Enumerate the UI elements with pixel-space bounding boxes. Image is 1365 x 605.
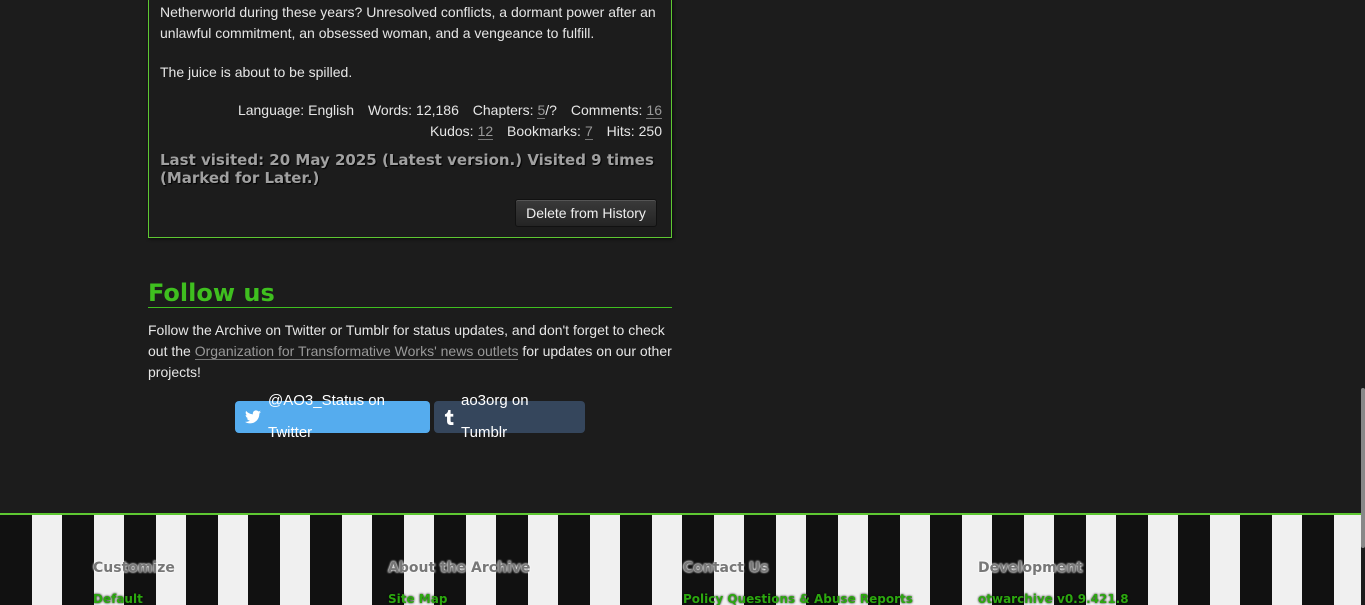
hits-value: 250 bbox=[638, 123, 662, 139]
summary-paragraph-1: Netherworld during these years? Unresolv… bbox=[160, 4, 656, 41]
scrollbar-thumb[interactable] bbox=[1361, 388, 1365, 548]
delete-from-history-button[interactable]: Delete from History bbox=[515, 199, 657, 227]
kudos-link[interactable]: 12 bbox=[477, 123, 494, 140]
site-footer: Customize Default About the Archive Site… bbox=[0, 513, 1365, 605]
tumblr-button-label: ao3org on Tumblr bbox=[461, 392, 529, 441]
words-label: Words: bbox=[367, 102, 413, 118]
last-visited-info: Last visited: 20 May 2025 (Latest versio… bbox=[160, 151, 654, 187]
bookmarks-label: Bookmarks: bbox=[507, 123, 581, 139]
follow-us-heading: Follow us bbox=[148, 279, 672, 308]
words-value: 12,186 bbox=[416, 102, 459, 118]
chapters-label: Chapters: bbox=[472, 102, 534, 118]
comments-link[interactable]: 16 bbox=[646, 102, 662, 119]
bookmarks-link[interactable]: 7 bbox=[584, 123, 593, 140]
twitter-bird-icon bbox=[245, 410, 261, 424]
footer-link-otwarchive-version[interactable]: otwarchive v0.9.421.8 bbox=[978, 591, 1129, 605]
footer-heading-about: About the Archive bbox=[388, 560, 531, 576]
kudos-label: Kudos: bbox=[429, 123, 474, 139]
tumblr-t-icon bbox=[444, 409, 454, 425]
summary-paragraph-2: The juice is about to be spilled. bbox=[160, 64, 353, 80]
work-summary: Netherworld during these years? Unresolv… bbox=[160, 2, 665, 101]
twitter-button[interactable]: @AO3_Status on Twitter bbox=[235, 392, 430, 441]
hits-label: Hits: bbox=[606, 123, 635, 139]
footer-heading-customize: Customize bbox=[93, 560, 175, 576]
work-blurb: Netherworld during these years? Unresolv… bbox=[148, 0, 672, 238]
language-value: English bbox=[308, 102, 355, 118]
footer-link-site-map[interactable]: Site Map bbox=[388, 591, 447, 605]
footer-heading-development: Development bbox=[978, 560, 1083, 576]
chapters-total: /? bbox=[545, 102, 557, 118]
work-stats: Language: English Words: 12,186 Chapters: 5… bbox=[160, 100, 662, 142]
footer-heading-contact: Contact Us bbox=[683, 560, 769, 576]
otw-news-link[interactable]: Organization for Transformative Works' n… bbox=[194, 343, 519, 360]
language-label: Language: bbox=[237, 102, 305, 118]
twitter-button-label: @AO3_Status on Twitter bbox=[268, 392, 385, 441]
comments-label: Comments: bbox=[570, 102, 643, 118]
page-scrollbar[interactable] bbox=[1361, 0, 1365, 605]
footer-link-policy-questions[interactable]: Policy Questions & Abuse Reports bbox=[683, 591, 913, 605]
footer-link-default[interactable]: Default bbox=[93, 591, 143, 605]
follow-us-text: Follow the Archive on Twitter or Tumblr … bbox=[148, 320, 672, 383]
tumblr-button[interactable]: ao3org on Tumblr bbox=[434, 392, 585, 441]
